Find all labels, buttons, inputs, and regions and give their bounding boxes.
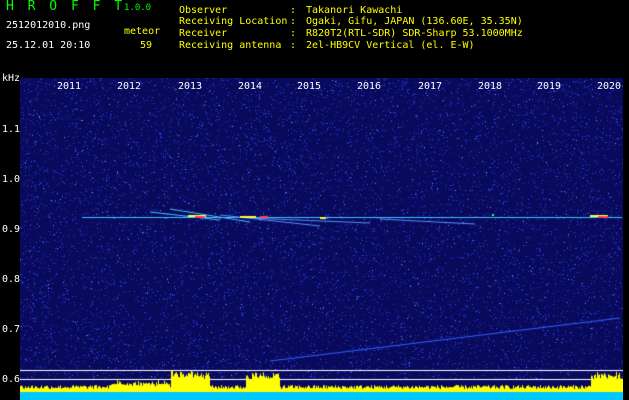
antenna-label: Receiving antenna	[179, 40, 282, 51]
y-tick-label: 1.1	[2, 124, 21, 135]
x-tick-label: 2013	[178, 81, 203, 92]
receiver-value: R820T2(RTL-SDR) SDR-Sharp 53.1000MHz	[306, 28, 523, 39]
y-tick-label: 0.9	[2, 224, 21, 235]
x-tick-label: 2016	[357, 81, 382, 92]
x-tick-label: 2018	[478, 81, 503, 92]
hrofft-window: H R O F F T 1.0.0 2512012010.png meteor …	[0, 0, 629, 400]
x-tick-label: 2020	[597, 81, 622, 92]
y-tick-label: 1.0	[2, 174, 21, 185]
observer-value: Takanori Kawachi	[306, 5, 403, 16]
x-tick-label: 2017	[418, 81, 443, 92]
antenna-colon: :	[290, 40, 297, 51]
x-tick-label: 2014	[238, 81, 263, 92]
y-tick-label: 0.8	[2, 274, 21, 285]
x-tick-label: 2011	[57, 81, 82, 92]
y-tick-label: 0.7	[2, 324, 21, 335]
version-label: 1.0.0	[124, 3, 152, 13]
datetime-label: 25.12.01 20:10	[6, 40, 91, 51]
y-tick-label: 0.6	[2, 374, 21, 385]
receiver-colon: :	[290, 28, 297, 39]
x-tick-label: 2015	[297, 81, 322, 92]
x-tick-label: 2012	[117, 81, 142, 92]
observer-colon: :	[290, 5, 297, 16]
app-logo: H R O F F T	[6, 0, 126, 14]
location-colon: :	[290, 16, 297, 27]
location-value: Ogaki, Gifu, JAPAN (136.60E, 35.35N)	[306, 16, 523, 27]
y-axis-unit: kHz	[2, 73, 21, 84]
receiver-label: Receiver	[179, 28, 228, 39]
meteor-count: 59	[140, 40, 153, 51]
mode-label: meteor	[124, 26, 161, 37]
location-label: Receiving Location	[179, 16, 288, 27]
filename-label: 2512012010.png	[6, 20, 91, 31]
observer-label: Observer	[179, 5, 228, 16]
x-tick-label: 2019	[537, 81, 562, 92]
antenna-value: 2el-HB9CV Vertical (el. E-W)	[306, 40, 475, 51]
spectrogram-canvas	[20, 78, 623, 400]
